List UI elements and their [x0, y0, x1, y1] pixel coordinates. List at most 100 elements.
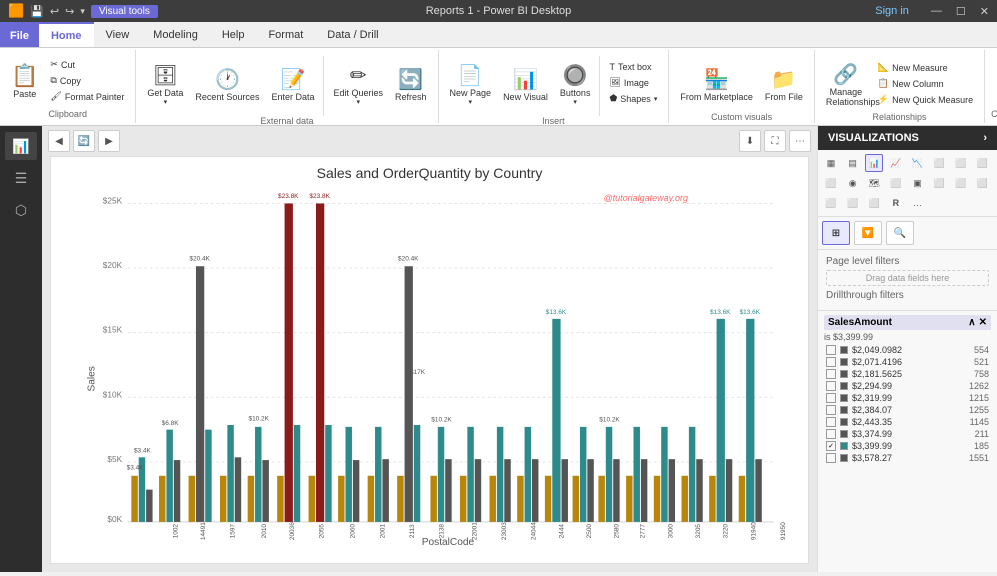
viz-icon-matrix[interactable]: ⬜	[865, 194, 883, 212]
sales-row[interactable]: $3,374.99211	[824, 428, 991, 440]
sales-row-checkbox[interactable]	[826, 417, 836, 427]
viz-icon-kpi[interactable]: ⬜	[973, 174, 991, 192]
visualizations-header: VISUALIZATIONS ›	[818, 126, 997, 150]
close-button[interactable]: ✕	[980, 5, 989, 18]
sales-row-value: $2,181.5625	[852, 369, 957, 379]
canvas-forward-btn[interactable]: ▶	[98, 130, 120, 152]
viz-icon-filled-map[interactable]: ⬜	[887, 174, 905, 192]
viz-icon-line-chart[interactable]: 📈	[887, 154, 905, 172]
ribbon-group-insert: 📄 New Page ▾ 📊 New Visual 🔘 Buttons ▾ T …	[439, 50, 670, 123]
sales-row[interactable]: $2,071.4196521	[824, 356, 991, 368]
sales-row-checkbox[interactable]	[826, 393, 836, 403]
canvas-more-btn[interactable]: ⋯	[789, 130, 811, 152]
tab-file[interactable]: File	[0, 22, 39, 47]
relationships-buttons: 🔗 Manage Relationships 📐 New Measure 📋 N…	[821, 52, 978, 112]
sales-close-icon[interactable]: ✕	[979, 317, 987, 328]
paste-button[interactable]: 📋 Paste	[6, 53, 43, 109]
new-measure-button[interactable]: 📐 New Measure	[873, 60, 978, 75]
viz-icon-table[interactable]: ⬜	[844, 194, 862, 212]
maximize-button[interactable]: ☐	[956, 5, 966, 18]
viz-icon-area-chart[interactable]: 📉	[909, 154, 927, 172]
sales-row-checkbox[interactable]	[826, 405, 836, 415]
new-page-button[interactable]: 📄 New Page ▾	[445, 56, 497, 112]
sales-row-checkbox[interactable]	[826, 381, 836, 391]
canvas-back-btn[interactable]: ◀	[48, 130, 70, 152]
tab-home[interactable]: Home	[39, 22, 94, 47]
sales-row-checkbox[interactable]	[826, 357, 836, 367]
viz-icon-stacked-bar[interactable]: ▦	[822, 154, 840, 172]
quick-access-undo[interactable]: ↩	[50, 5, 59, 18]
viz-icon-scatter[interactable]: ⬜	[822, 174, 840, 192]
viz-icon-gauge[interactable]: ⬜	[930, 174, 948, 192]
viz-icon-r-visual[interactable]: R	[887, 194, 905, 212]
manage-relationships-icon: 🔗	[833, 62, 858, 87]
enter-data-button[interactable]: 📝 Enter Data	[266, 56, 319, 112]
buttons-button[interactable]: 🔘 Buttons ▾	[555, 56, 596, 112]
manage-relationships-button[interactable]: 🔗 Manage Relationships	[821, 56, 871, 112]
shapes-button[interactable]: ⬟ Shapes ▾	[604, 91, 662, 106]
quick-access-redo[interactable]: ↪	[65, 5, 74, 18]
visualizations-expand-icon[interactable]: ›	[983, 132, 987, 144]
from-marketplace-button[interactable]: 🏪 From Marketplace	[675, 56, 758, 112]
drag-fields-here[interactable]: Drag data fields here	[826, 270, 989, 286]
format-painter-button[interactable]: 🖌 Format Painter	[45, 89, 129, 104]
tab-view[interactable]: View	[94, 22, 142, 47]
canvas-expand-btn[interactable]: ⛶	[764, 130, 786, 152]
viz-tab-format[interactable]: 🔽	[854, 221, 882, 245]
new-column-button[interactable]: 📋 New Column	[873, 76, 978, 91]
sales-row[interactable]: $2,049.0982554	[824, 344, 991, 356]
edit-queries-button[interactable]: ✏ Edit Queries ▾	[328, 56, 388, 112]
text-box-button[interactable]: T Text box	[604, 60, 662, 74]
quick-access-more[interactable]: ▾	[80, 6, 85, 17]
viz-icon-treemap[interactable]: ▣	[909, 174, 927, 192]
sales-row-checkbox[interactable]: ✓	[826, 441, 836, 451]
sales-row-checkbox[interactable]	[826, 345, 836, 355]
sales-row-checkbox[interactable]	[826, 453, 836, 463]
from-file-button[interactable]: 📁 From File	[760, 56, 808, 112]
signin-button[interactable]: Sign in	[867, 5, 917, 17]
viz-icon-card[interactable]: ⬜	[952, 174, 970, 192]
cut-button[interactable]: ✂ Cut	[45, 57, 129, 72]
viz-icon-more[interactable]: …	[909, 194, 927, 212]
sales-row[interactable]: $2,384.071255	[824, 404, 991, 416]
new-quick-measure-button[interactable]: ⚡ New Quick Measure	[873, 92, 978, 107]
sidebar-icon-report[interactable]: 📊	[5, 132, 37, 160]
svg-text:2060: 2060	[350, 524, 357, 539]
sales-row[interactable]: ✓$3,399.99185	[824, 440, 991, 452]
sales-row[interactable]: $2,181.5625758	[824, 368, 991, 380]
image-button[interactable]: 🖼 Image	[604, 75, 662, 90]
viz-icon-clustered-bar[interactable]: ▤	[844, 154, 862, 172]
tab-data-drill[interactable]: Data / Drill	[315, 22, 390, 47]
sidebar-icon-relationships[interactable]: ⬡	[5, 196, 37, 224]
tab-modeling[interactable]: Modeling	[141, 22, 210, 47]
sales-row[interactable]: $3,578.271551	[824, 452, 991, 464]
get-data-button[interactable]: 🗄 Get Data ▾	[142, 56, 188, 112]
new-visual-button[interactable]: 📊 New Visual	[498, 56, 553, 112]
recent-sources-button[interactable]: 🕐 Recent Sources	[190, 56, 264, 112]
viz-icon-slicer[interactable]: ⬜	[822, 194, 840, 212]
minimize-button[interactable]: —	[931, 5, 942, 17]
sales-row-checkbox[interactable]	[826, 369, 836, 379]
viz-icon-funnel[interactable]: ⬜	[973, 154, 991, 172]
sales-row[interactable]: $2,319.991215	[824, 392, 991, 404]
viz-icon-ribbon-chart[interactable]: ⬜	[930, 154, 948, 172]
viz-tab-fields[interactable]: ⊞	[822, 221, 850, 245]
canvas-download-btn[interactable]: ⬇	[739, 130, 761, 152]
sales-collapse-icon[interactable]: ∧	[968, 317, 975, 328]
sales-row[interactable]: $2,294.991262	[824, 380, 991, 392]
copy-button[interactable]: ⧉ Copy	[45, 73, 129, 88]
tab-format[interactable]: Format	[256, 22, 315, 47]
viz-icon-column-chart[interactable]: 📊	[865, 154, 883, 172]
canvas-refresh-btn[interactable]: 🔄	[73, 130, 95, 152]
sidebar-icon-data[interactable]: ☰	[5, 164, 37, 192]
viz-icon-waterfall[interactable]: ⬜	[952, 154, 970, 172]
sales-row-checkbox[interactable]	[826, 429, 836, 439]
quick-access-save[interactable]: 💾	[30, 5, 44, 18]
sales-row[interactable]: $2,443.351145	[824, 416, 991, 428]
svg-text:91940: 91940	[750, 522, 757, 540]
tab-help[interactable]: Help	[210, 22, 257, 47]
refresh-button[interactable]: 🔄 Refresh	[390, 56, 432, 112]
viz-tab-analytics[interactable]: 🔍	[886, 221, 914, 245]
viz-icon-pie[interactable]: ◉	[844, 174, 862, 192]
viz-icon-map[interactable]: 🗺	[865, 174, 883, 192]
